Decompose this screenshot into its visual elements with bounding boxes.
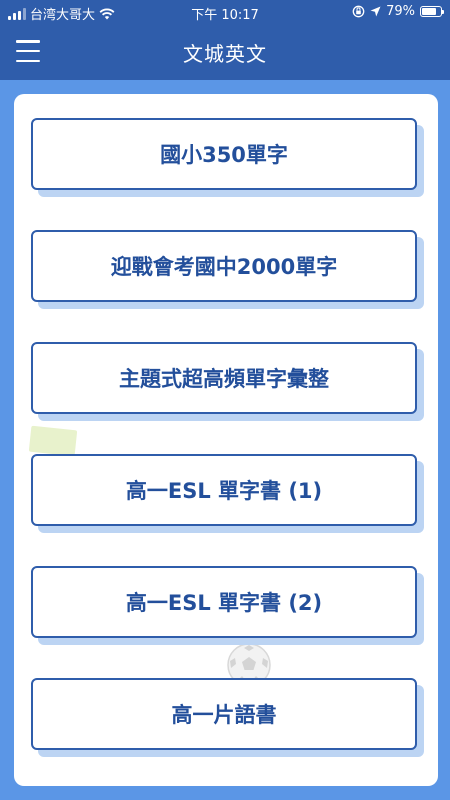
battery-percent: 79% [386, 4, 415, 19]
menu-button-thematic-vocab[interactable]: 主題式超高頻單字彙整 [31, 342, 417, 414]
battery-level [422, 8, 437, 15]
menu-button-phrase-book[interactable]: 高一片語書 [31, 678, 417, 750]
sticky-note-decoration [28, 425, 78, 457]
app-title: 文城英文 [183, 42, 267, 66]
battery-icon [420, 6, 444, 17]
menu-button-esl-book-2[interactable]: 高一ESL 單字書 (2) [31, 566, 417, 638]
app-bar: 文城英文 [0, 24, 450, 80]
status-bar: 台湾大哥大 下午 10:17 79% [0, 0, 450, 24]
location-arrow-icon [370, 6, 381, 17]
orientation-lock-icon [352, 5, 365, 18]
menu-button-junior-high-2000[interactable]: 迎戰會考國中2000單字 [31, 230, 417, 302]
menu-button-esl-book-1[interactable]: 高一ESL 單字書 (1) [31, 454, 417, 526]
menu-button-elementary-350[interactable]: 國小350單字 [31, 118, 417, 190]
status-right: 79% [352, 4, 444, 19]
menu-card: 國小350單字 迎戰會考國中2000單字 主題式超高頻單字彙整 高一ESL 單字… [14, 94, 438, 786]
